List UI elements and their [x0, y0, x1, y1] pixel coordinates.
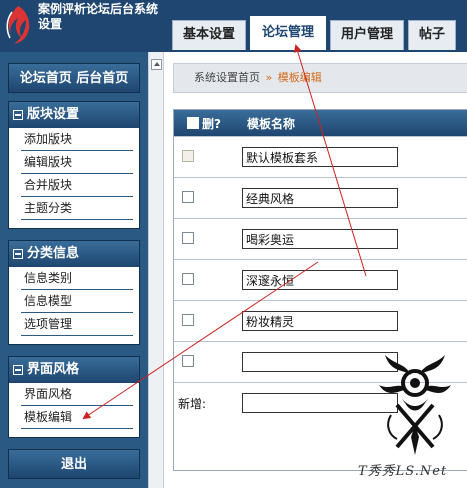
top-header: 案例评析论坛后台系统设置 基本设置 论坛管理 用户管理 帖子 — [0, 0, 467, 52]
table-row — [174, 218, 467, 259]
row-delete-checkbox[interactable] — [182, 231, 194, 244]
table-row — [174, 300, 467, 341]
flame-logo-icon — [6, 6, 30, 44]
scroll-up-arrow-icon[interactable] — [151, 59, 162, 70]
row-delete-checkbox — [182, 149, 194, 162]
breadcrumb: 系统设置首页 » 模板编辑 — [173, 63, 467, 93]
app-title: 案例评析论坛后台系统设置 — [38, 2, 159, 31]
panel-interface-style: 界面风格 界面风格 模板编辑 — [8, 356, 140, 438]
sidebar-item-template-edit[interactable]: 模板编辑 — [21, 406, 133, 429]
table-row — [174, 136, 467, 177]
new-template-input[interactable] — [242, 393, 398, 413]
sidebar-item-merge-board[interactable]: 合并版块 — [21, 174, 133, 197]
template-name-input[interactable] — [242, 147, 398, 167]
sidebar-item-interface-style[interactable]: 界面风格 — [21, 383, 133, 406]
table-row — [174, 259, 467, 300]
template-name-input[interactable] — [242, 352, 398, 372]
panel-header[interactable]: 分类信息 — [9, 241, 139, 267]
select-all-checkbox[interactable] — [187, 117, 199, 129]
watermark-text: T秀秀LS.Net — [358, 464, 448, 479]
sidebar-item-topic-category[interactable]: 主题分类 — [21, 197, 133, 220]
table-row — [174, 341, 467, 382]
sidebar-item-info-model[interactable]: 信息模型 — [21, 290, 133, 313]
collapse-icon[interactable] — [13, 249, 23, 259]
delete-column-label: 删? — [202, 116, 221, 131]
tab-basic-settings[interactable]: 基本设置 — [172, 20, 247, 50]
row-delete-checkbox[interactable] — [182, 313, 194, 326]
panel-title: 版块设置 — [27, 107, 80, 122]
new-template-row: 新增: — [174, 382, 467, 423]
panel-title: 界面风格 — [27, 362, 80, 377]
row-delete-checkbox[interactable] — [182, 272, 194, 285]
main-content: 系统设置首页 » 模板编辑 删? 模板名称 默认模板套系 经典风格 喝彩奥运 深… — [164, 52, 467, 488]
template-name-input[interactable] — [242, 270, 398, 290]
sidebar-item-edit-board[interactable]: 编辑版块 — [21, 151, 133, 174]
new-template-label: 新增: — [178, 396, 207, 411]
collapse-icon[interactable] — [13, 365, 23, 375]
template-name-input[interactable] — [242, 188, 398, 208]
breadcrumb-home-link[interactable]: 系统设置首页 — [194, 71, 260, 84]
sidebar-home-links[interactable]: 论坛首页 后台首页 — [8, 63, 140, 93]
template-name-column-label: 模板名称 — [247, 116, 296, 131]
tab-forum-management[interactable]: 论坛管理 — [250, 16, 327, 50]
template-table: 删? 模板名称 新增: — [173, 109, 467, 471]
logout-button[interactable]: 退出 — [8, 449, 140, 479]
template-name-input[interactable] — [242, 311, 398, 331]
main-tabs: 基本设置 论坛管理 用户管理 帖子 — [172, 16, 460, 52]
breadcrumb-current: 模板编辑 — [277, 71, 322, 84]
tab-user-management[interactable]: 用户管理 — [330, 20, 405, 50]
panel-header[interactable]: 版块设置 — [9, 102, 139, 128]
panel-title: 分类信息 — [27, 246, 80, 261]
table-header: 删? 模板名称 — [174, 110, 467, 136]
tab-posts[interactable]: 帖子 — [408, 20, 457, 50]
breadcrumb-separator: » — [265, 71, 273, 84]
sidebar-item-option-management[interactable]: 选项管理 — [21, 313, 133, 336]
panel-board-settings: 版块设置 添加版块 编辑版块 合并版块 主题分类 — [8, 101, 140, 229]
sidebar-item-add-board[interactable]: 添加版块 — [21, 128, 133, 151]
sidebar-item-info-category[interactable]: 信息类别 — [21, 267, 133, 290]
panel-classification-info: 分类信息 信息类别 信息模型 选项管理 — [8, 240, 140, 345]
panel-header[interactable]: 界面风格 — [9, 357, 139, 383]
row-delete-checkbox[interactable] — [182, 354, 194, 367]
row-delete-checkbox[interactable] — [182, 190, 194, 203]
select-all-column: 删? — [187, 115, 247, 132]
frame-scrollbar[interactable] — [148, 52, 164, 488]
template-name-input[interactable] — [242, 229, 398, 249]
collapse-icon[interactable] — [13, 110, 23, 120]
table-row — [174, 177, 467, 218]
